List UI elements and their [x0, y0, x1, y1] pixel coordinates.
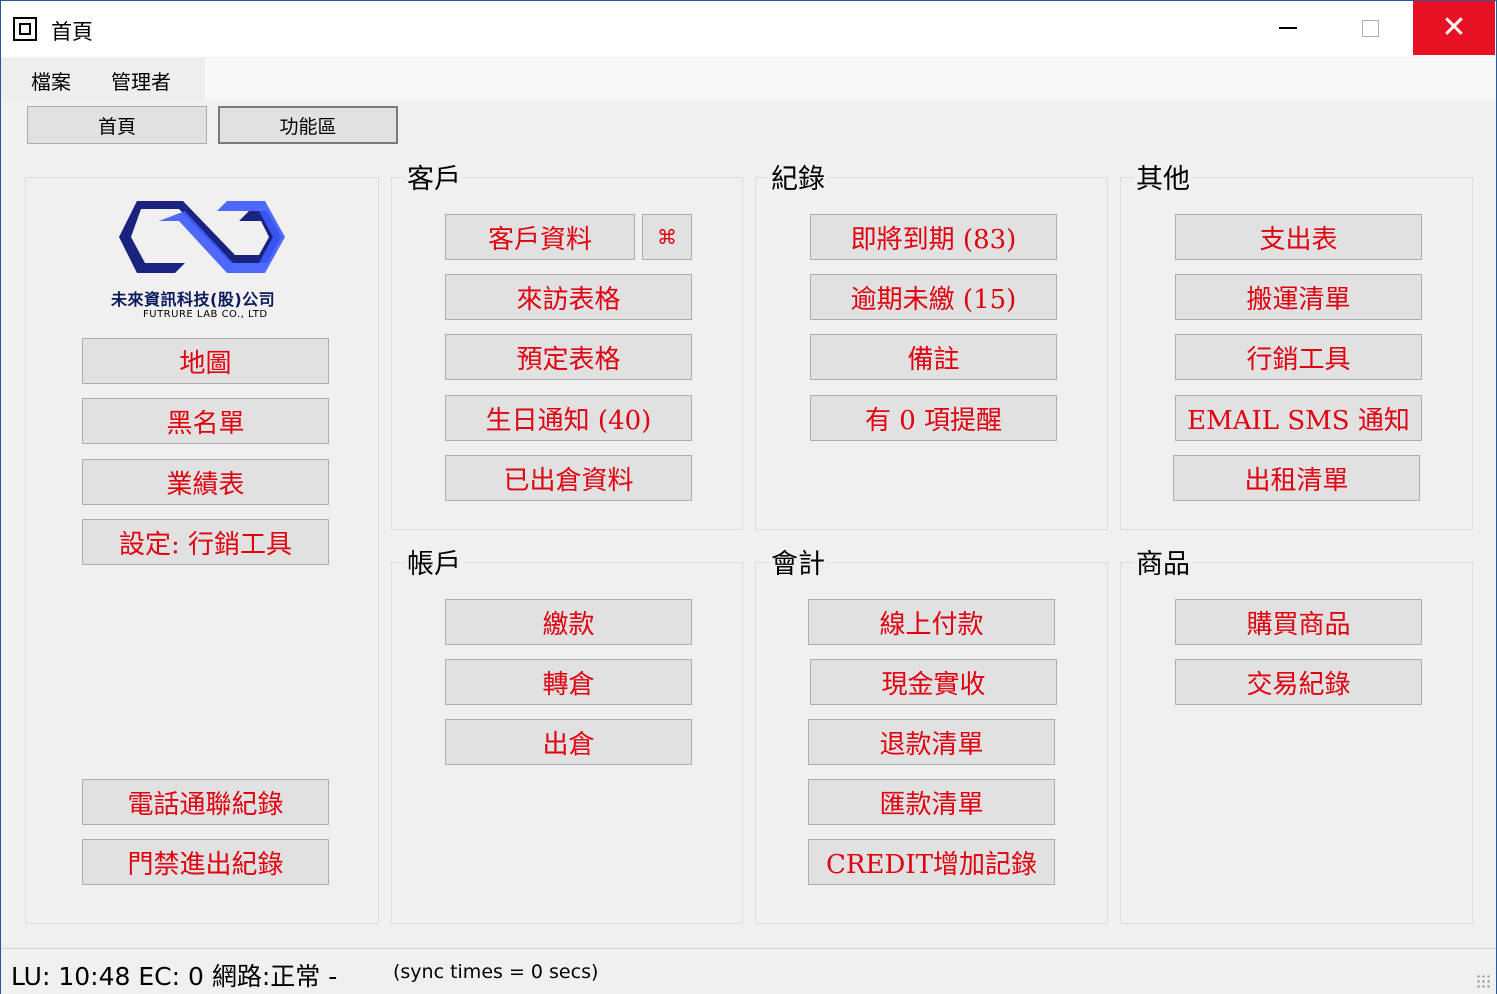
menu-admin[interactable]: 管理者: [111, 66, 171, 95]
close-icon: ✕: [1441, 10, 1467, 45]
payment-button[interactable]: 繳款: [445, 599, 692, 645]
settings-marketing-button[interactable]: 設定: 行銷工具: [82, 519, 329, 565]
resize-grip-icon[interactable]: [1476, 974, 1492, 990]
refund-list-button[interactable]: 退款清單: [808, 719, 1055, 765]
title-bar: 首頁 ✕: [1, 1, 1496, 57]
window-title: 首頁: [51, 20, 93, 44]
visit-form-button[interactable]: 來訪表格: [445, 274, 692, 320]
call-log-button[interactable]: 電話通聯紀錄: [82, 779, 329, 825]
checked-out-data-button[interactable]: 已出倉資料: [445, 455, 692, 501]
close-button[interactable]: ✕: [1413, 1, 1495, 55]
checkout-warehouse-button[interactable]: 出倉: [445, 719, 692, 765]
accounting-group-title: 會計: [769, 542, 827, 581]
notes-button[interactable]: 備註: [810, 334, 1057, 380]
expiring-soon-button[interactable]: 即將到期 (83): [810, 214, 1057, 260]
marketing-tools-button[interactable]: 行銷工具: [1175, 334, 1422, 380]
email-sms-notice-button[interactable]: EMAIL SMS 通知: [1175, 395, 1422, 441]
status-bar: LU: 10:48 EC: 0 網路:正常 - (sync times = 0 …: [1, 948, 1496, 994]
customer-command-icon[interactable]: ⌘: [642, 214, 692, 260]
moving-list-button[interactable]: 搬運清單: [1175, 274, 1422, 320]
app-icon: [13, 17, 37, 41]
birthday-notice-button[interactable]: 生日通知 (40): [445, 395, 692, 441]
reminders-button[interactable]: 有 0 項提醒: [810, 395, 1057, 441]
home-nav-button[interactable]: 首頁: [27, 106, 207, 144]
transaction-log-button[interactable]: 交易紀錄: [1175, 659, 1422, 705]
status-main-text: LU: 10:48 EC: 0 網路:正常 -: [11, 962, 338, 991]
expense-table-button[interactable]: 支出表: [1175, 214, 1422, 260]
records-group-title: 紀錄: [769, 157, 827, 196]
main-window: 首頁 ✕ 檔案 管理者 首頁 功能區 未來資訊科技(股)公司 FUTRURE L…: [0, 0, 1497, 994]
customer-group-title: 客戶: [405, 157, 463, 196]
remittance-list-button[interactable]: 匯款清單: [808, 779, 1055, 825]
online-payment-button[interactable]: 線上付款: [808, 599, 1055, 645]
minimize-button[interactable]: [1247, 1, 1329, 55]
logo-company-name: 未來資訊科技(股)公司: [111, 290, 276, 309]
account-group-title: 帳戶: [405, 542, 463, 581]
rental-list-button[interactable]: 出租清單: [1173, 455, 1420, 501]
performance-button[interactable]: 業績表: [82, 459, 329, 505]
other-group-title: 其他: [1134, 157, 1192, 196]
logo-company-sub: FUTRURE LAB CO., LTD: [143, 309, 268, 320]
menu-bar: 檔案 管理者: [1, 58, 1496, 100]
blacklist-button[interactable]: 黑名單: [82, 398, 329, 444]
maximize-button[interactable]: [1329, 1, 1411, 55]
menu-file[interactable]: 檔案: [31, 66, 71, 95]
transfer-warehouse-button[interactable]: 轉倉: [445, 659, 692, 705]
access-log-button[interactable]: 門禁進出紀錄: [82, 839, 329, 885]
company-logo: [119, 201, 285, 273]
overdue-button[interactable]: 逾期未繳 (15): [810, 274, 1057, 320]
customer-data-button[interactable]: 客戶資料: [445, 214, 635, 260]
function-area-nav-button[interactable]: 功能區: [218, 106, 398, 144]
status-sync-text: (sync times = 0 secs): [393, 961, 599, 983]
maximize-icon: [1361, 19, 1379, 37]
buy-products-button[interactable]: 購買商品: [1175, 599, 1422, 645]
products-group-title: 商品: [1134, 542, 1192, 581]
credit-added-button[interactable]: CREDIT增加記錄: [808, 839, 1055, 885]
minimize-icon: [1279, 27, 1297, 29]
cash-received-button[interactable]: 現金實收: [810, 659, 1057, 705]
reservation-form-button[interactable]: 預定表格: [445, 334, 692, 380]
map-button[interactable]: 地圖: [82, 338, 329, 384]
